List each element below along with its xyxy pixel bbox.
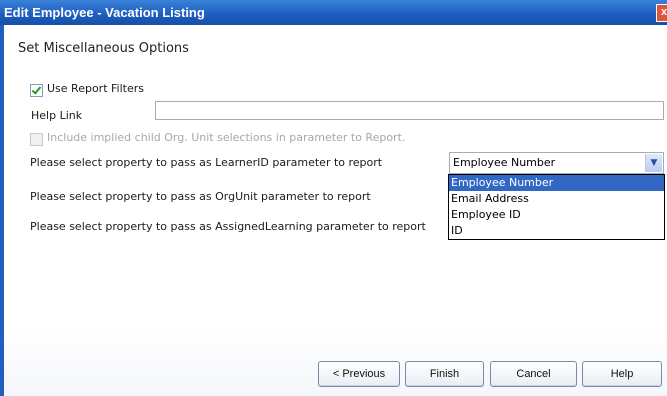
help-button[interactable]: Help — [582, 361, 662, 387]
finish-button[interactable]: Finish — [405, 361, 484, 387]
include-implied-label: Include implied child Org. Unit selectio… — [47, 131, 406, 144]
use-report-filters-checkbox[interactable] — [30, 84, 43, 97]
learner-id-label: Please select property to pass as Learne… — [30, 156, 383, 169]
edit-employee-dialog: Edit Employee - Vacation Listing x Set M… — [0, 0, 667, 396]
use-report-filters-label: Use Report Filters — [47, 82, 144, 95]
dropdown-option-employee-number[interactable]: Employee Number — [449, 175, 664, 191]
title-bar[interactable]: Edit Employee - Vacation Listing x — [0, 0, 667, 25]
help-link-input[interactable] — [155, 101, 664, 120]
section-heading: Set Miscellaneous Options — [18, 41, 189, 56]
include-implied-checkbox — [30, 133, 43, 146]
window-title: Edit Employee - Vacation Listing — [4, 5, 205, 20]
org-unit-label: Please select property to pass as OrgUni… — [30, 190, 371, 203]
cancel-button[interactable]: Cancel — [490, 361, 577, 387]
learner-id-select[interactable]: Employee Number ▼ — [449, 152, 664, 174]
chevron-down-icon[interactable]: ▼ — [645, 154, 662, 172]
learner-id-dropdown-list: Employee Number Email Address Employee I… — [448, 174, 665, 240]
previous-button[interactable]: < Previous — [318, 361, 400, 387]
dropdown-option-id[interactable]: ID — [449, 223, 664, 239]
close-icon[interactable]: x — [656, 4, 667, 22]
help-link-label: Help Link — [31, 109, 83, 122]
dropdown-option-employee-id[interactable]: Employee ID — [449, 207, 664, 223]
learner-id-selected-value: Employee Number — [453, 156, 556, 169]
dropdown-option-email-address[interactable]: Email Address — [449, 191, 664, 207]
assigned-learning-label: Please select property to pass as Assign… — [30, 220, 426, 233]
